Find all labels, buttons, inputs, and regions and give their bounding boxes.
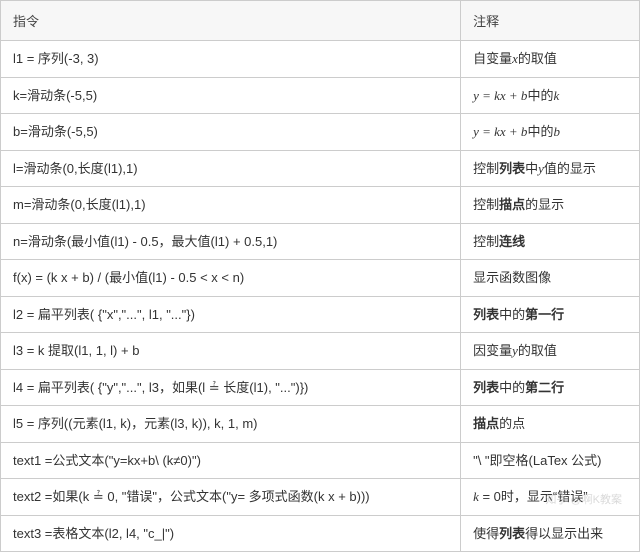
table-row: text1 =公式文本("y=kx+b\ (k≠0)")"\ "即空格(LaTe… — [1, 442, 640, 479]
cell-cmd: b=滑动条(-5,5) — [1, 114, 461, 151]
table-row: f(x) = (k x + b) / (最小值(l1) - 0.5 < x < … — [1, 260, 640, 297]
table-row: m=滑动条(0,长度(l1),1)控制描点的显示 — [1, 187, 640, 224]
cell-note: y = kx + b中的k — [461, 77, 640, 114]
table-row: b=滑动条(-5,5)y = kx + b中的b — [1, 114, 640, 151]
table-row: l5 = 序列((元素(l1, k)，元素(l3, k)), k, 1, m)描… — [1, 406, 640, 443]
cell-cmd: k=滑动条(-5,5) — [1, 77, 461, 114]
cell-cmd: l3 = k 提取(l1, 1, l) + b — [1, 333, 461, 370]
cell-note: 控制连线 — [461, 223, 640, 260]
table-row: n=滑动条(最小值(l1) - 0.5，最大值(l1) + 0.5,1)控制连线 — [1, 223, 640, 260]
cell-note: 列表中的第二行 — [461, 369, 640, 406]
cell-cmd: l5 = 序列((元素(l1, k)，元素(l3, k)), k, 1, m) — [1, 406, 461, 443]
cell-note: 控制列表中y值的显示 — [461, 150, 640, 187]
table-row: k=滑动条(-5,5)y = kx + b中的k — [1, 77, 640, 114]
table-body: l1 = 序列(-3, 3)自变量x的取值k=滑动条(-5,5)y = kx +… — [1, 41, 640, 552]
cell-note: 列表中的第一行 — [461, 296, 640, 333]
cell-cmd: f(x) = (k x + b) / (最小值(l1) - 0.5 < x < … — [1, 260, 461, 297]
cell-note: k = 0时，显示“错误” — [461, 479, 640, 516]
cell-cmd: l1 = 序列(-3, 3) — [1, 41, 461, 78]
cell-cmd: text2 =如果(k ≟ 0, "错误"，公式文本("y= 多项式函数(k x… — [1, 479, 461, 516]
table-row: l=滑动条(0,长度(l1),1)控制列表中y值的显示 — [1, 150, 640, 187]
table-header-row: 指令 注释 — [1, 1, 640, 41]
cell-note: y = kx + b中的b — [461, 114, 640, 151]
cell-cmd: l=滑动条(0,长度(l1),1) — [1, 150, 461, 187]
cell-cmd: m=滑动条(0,长度(l1),1) — [1, 187, 461, 224]
cell-note: "\ "即空格(LaTex 公式) — [461, 442, 640, 479]
cell-cmd: l4 = 扁平列表( {"y","...", l3，如果(l ≟ 长度(l1),… — [1, 369, 461, 406]
cell-cmd: l2 = 扁平列表( {"x","...", l1, "..."}) — [1, 296, 461, 333]
table-row: text3 =表格文本(l2, l4, "c_|")使得列表得以显示出来 — [1, 515, 640, 552]
table-row: l3 = k 提取(l1, 1, l) + b因变量y的取值 — [1, 333, 640, 370]
cell-cmd: text3 =表格文本(l2, l4, "c_|") — [1, 515, 461, 552]
cell-note: 因变量y的取值 — [461, 333, 640, 370]
table-row: text2 =如果(k ≟ 0, "错误"，公式文本("y= 多项式函数(k x… — [1, 479, 640, 516]
cell-note: 自变量x的取值 — [461, 41, 640, 78]
cell-cmd: n=滑动条(最小值(l1) - 0.5，最大值(l1) + 0.5,1) — [1, 223, 461, 260]
header-note: 注释 — [461, 1, 640, 41]
table-row: l4 = 扁平列表( {"y","...", l3，如果(l ≟ 长度(l1),… — [1, 369, 640, 406]
cell-note: 描点的点 — [461, 406, 640, 443]
table-row: l1 = 序列(-3, 3)自变量x的取值 — [1, 41, 640, 78]
header-cmd: 指令 — [1, 1, 461, 41]
command-table: 指令 注释 l1 = 序列(-3, 3)自变量x的取值k=滑动条(-5,5)y … — [0, 0, 640, 552]
cell-cmd: text1 =公式文本("y=kx+b\ (k≠0)") — [1, 442, 461, 479]
table-row: l2 = 扁平列表( {"x","...", l1, "..."})列表中的第一… — [1, 296, 640, 333]
cell-note: 控制描点的显示 — [461, 187, 640, 224]
cell-note: 显示函数图像 — [461, 260, 640, 297]
cell-note: 使得列表得以显示出来 — [461, 515, 640, 552]
